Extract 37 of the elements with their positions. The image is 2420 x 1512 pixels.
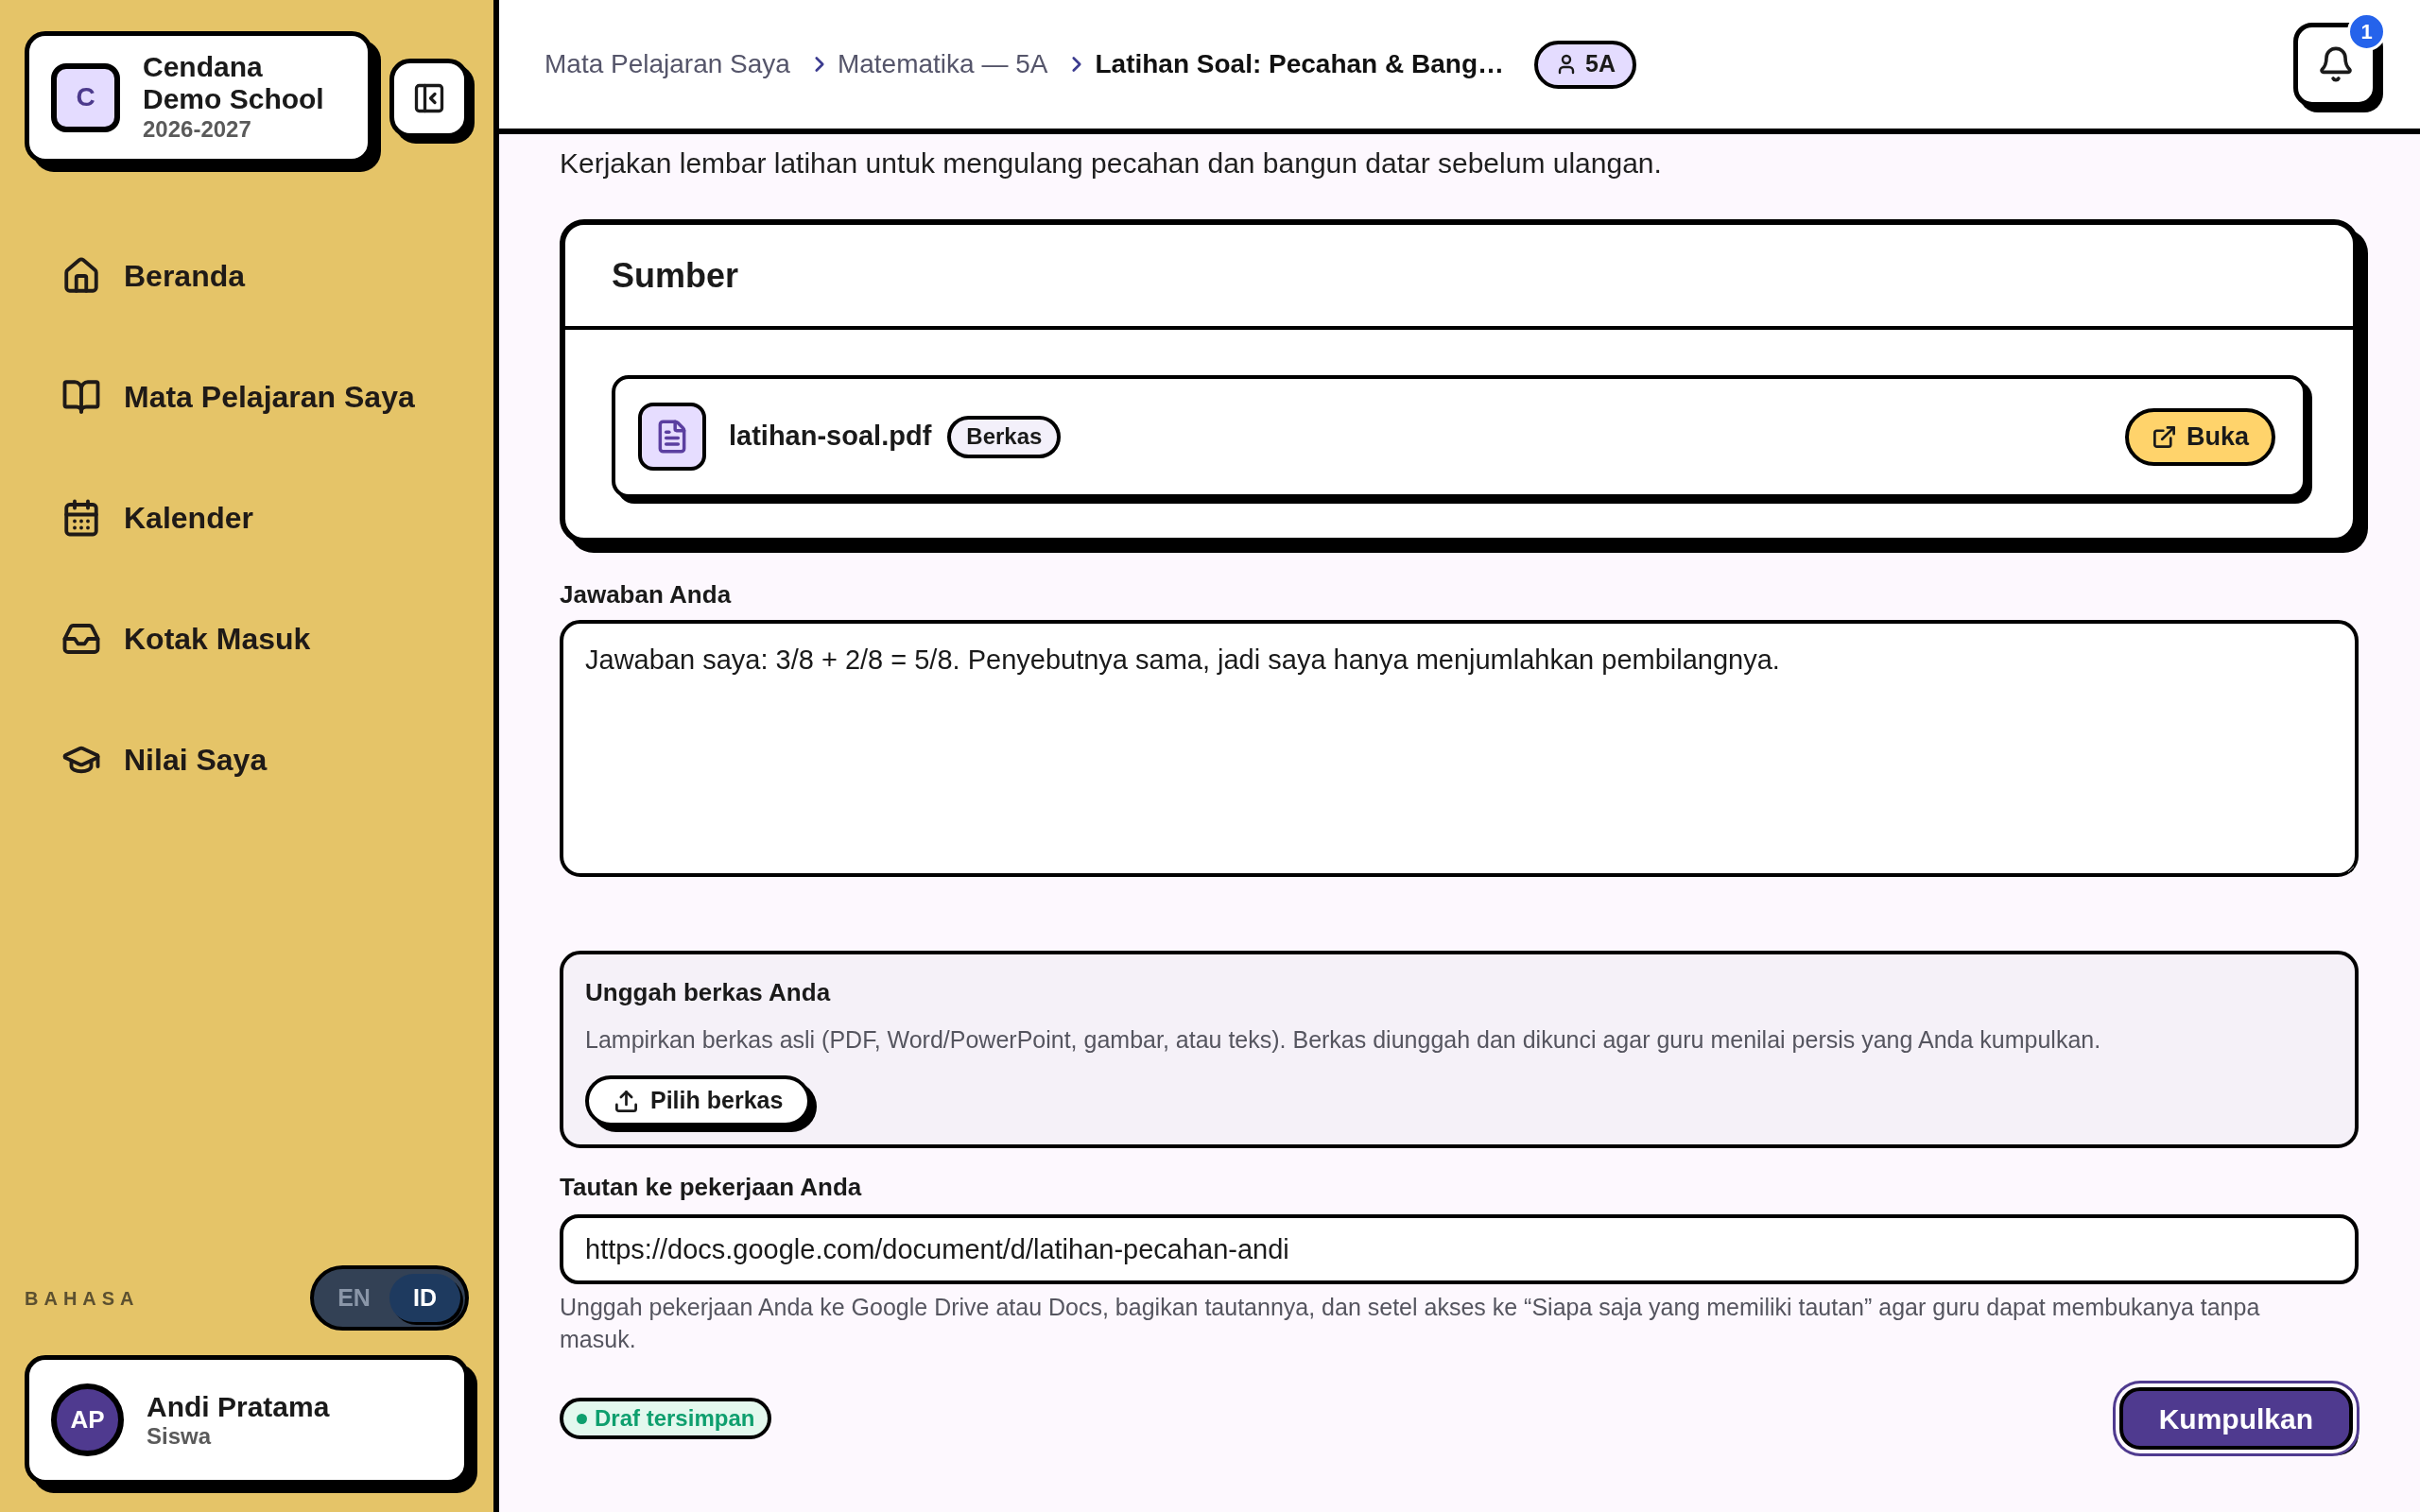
field-label: Jawaban Anda	[560, 579, 733, 610]
nav-item[interactable]: Kalender	[25, 480, 469, 556]
draft-status-text: Draf tersimpan	[595, 1404, 755, 1433]
page-description: Kerjakan lembar latihan untuk mengulang pecahan dan bangun datar sebelum ulangan.	[560, 146, 1663, 180]
open-button[interactable]: Buka	[2124, 407, 2275, 466]
nav-item[interactable]: Kotak Masuk	[25, 601, 469, 677]
section-title: Sumber	[612, 254, 739, 297]
help-text: Unggah pekerjaan Anda ke Google Drive atau Docs, bagikan tautannya, dan setel akses ke “Siapa saja yang memiliki tautan” agar guru dapat membukanya tanpa masuk.	[560, 1293, 2261, 1354]
link-field[interactable]: https://docs.google.com/document/d/latihan-pecahan-andi	[560, 1214, 2359, 1284]
nav-item[interactable]: Mata Pelajaran Saya	[25, 359, 469, 435]
language-option[interactable]: ID	[389, 1274, 460, 1322]
breadcrumb-current: Latihan Soal: Pecahan & Bang…	[1095, 48, 1504, 80]
panel-left-icon	[412, 81, 446, 115]
school-name: Cendana Demo School	[143, 51, 325, 115]
home-icon	[61, 256, 101, 296]
file-type-tag: Berkas	[947, 415, 1062, 458]
language-label: BAHASA	[25, 1286, 140, 1311]
upload-title: Unggah berkas Anda	[585, 977, 831, 1008]
upload-description: Lampirkan berkas asli (PDF, Word/PowerPoint, gambar, atau teks). Berkas diunggah dan dikunci agar guru menilai persis yang Anda kumpulkan.	[585, 1025, 2101, 1055]
breadcrumb-link[interactable]: Mata Pelajaran Saya	[544, 44, 790, 84]
user-role: Siswa	[147, 1422, 213, 1450]
calendar-icon	[61, 498, 101, 538]
user-name: Andi Pratama	[147, 1390, 330, 1423]
file-name: latihan-soal.pdf	[729, 420, 932, 454]
school-year: 2026-2027	[143, 115, 252, 144]
external-link-icon	[2151, 423, 2177, 450]
nav-item[interactable]: Nilai Saya	[25, 722, 469, 798]
field-label: Tautan ke pekerjaan Anda	[560, 1172, 863, 1203]
breadcrumb-link[interactable]: Matematika — 5A	[837, 44, 1048, 84]
upload-icon	[614, 1088, 639, 1114]
school-logo: C	[51, 62, 120, 132]
document-icon	[638, 403, 706, 471]
nav-item[interactable]: Beranda	[25, 238, 469, 314]
answer-field[interactable]: Jawaban saya: 3/8 + 2/8 = 5/8. Penyebutnya sama, jadi saya hanya menjumlahkan pembilangnya.	[560, 620, 2359, 877]
user-avatar: AP	[51, 1383, 124, 1456]
class-name: 5A	[1585, 49, 1616, 79]
book-icon	[61, 377, 101, 417]
